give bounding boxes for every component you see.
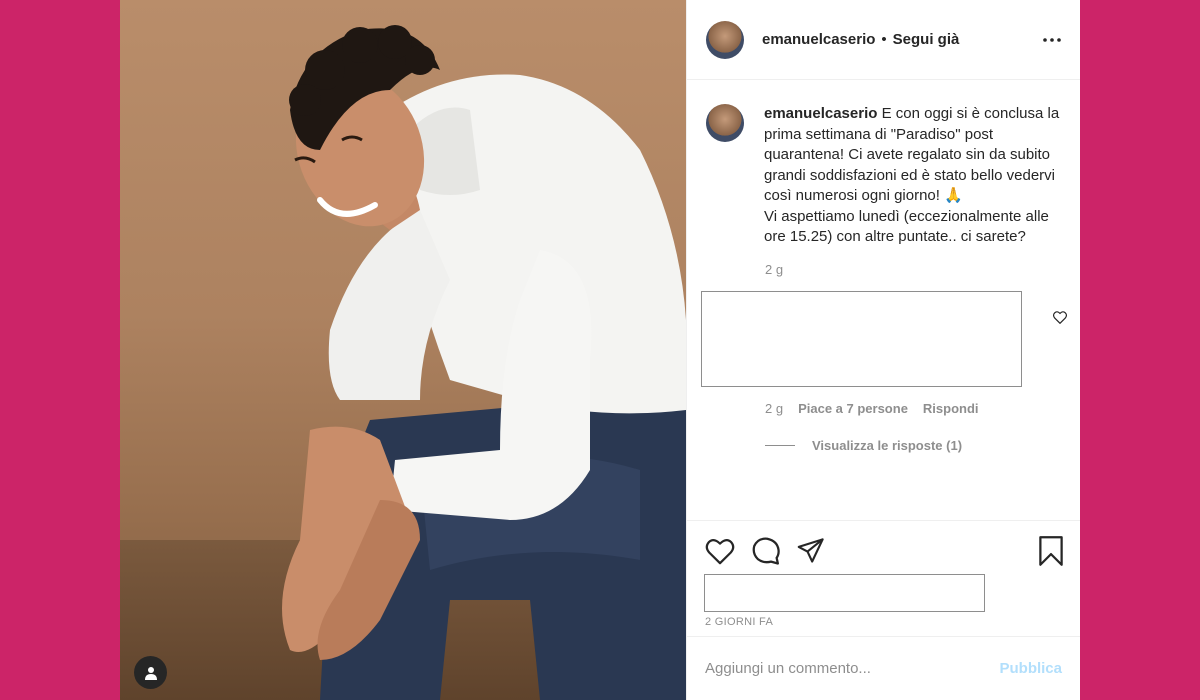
man-figure [282,25,686,700]
comment-like-heart-icon[interactable] [1053,310,1067,329]
actions-section: 2 GIORNI FA [687,520,1080,628]
add-comment-bar: Pubblica [687,636,1080,700]
comments-section: emanuelcaserio E con oggi si è conclusa … [687,80,1080,453]
comment-icon[interactable] [751,535,785,567]
more-dots-icon [1043,37,1061,42]
more-horizontal-icon[interactable] [1040,28,1064,52]
paper-plane-icon [797,538,824,563]
reply-likes[interactable]: Piace a 7 persone [798,401,908,416]
caption-time[interactable]: 2 g [765,262,1064,277]
action-icons [705,535,1064,567]
small-heart-icon [1053,310,1067,324]
header-username[interactable]: emanuelcaserio [762,31,875,48]
likes-summary [704,574,985,612]
reply-time[interactable]: 2 g [765,401,783,416]
post-header: emanuelcaserio • Segui già [687,0,1080,80]
reply-meta: 2 g Piace a 7 persone Rispondi [765,401,1064,416]
caption-avatar[interactable] [706,104,744,142]
header-separator: • [881,31,887,48]
follow-status-button[interactable]: Segui già [893,31,960,48]
bookmark-outline-icon [1039,536,1063,566]
user-tag-icon[interactable] [134,656,167,689]
post-side-panel: emanuelcaserio • Segui già emanuelcaseri… [686,0,1080,700]
reply-comment-content [701,290,1022,387]
comment-bubble-icon [752,537,780,565]
caption: emanuelcaserio E con oggi si è conclusa … [706,104,1064,248]
view-replies-line [765,444,795,446]
view-replies-button[interactable]: Visualizza le risposte (1) [765,438,1064,453]
reply-comment [701,290,1067,387]
caption-text-wrap: emanuelcaserio E con oggi si è conclusa … [764,104,1064,248]
comment-input[interactable] [705,660,1000,677]
view-replies-label: Visualizza le risposte (1) [812,437,963,453]
heart-outline-icon [705,538,735,564]
heart-icon[interactable] [705,535,739,567]
reply-button[interactable]: Rispondi [923,401,979,416]
post-timestamp[interactable]: 2 GIORNI FA [705,616,1064,628]
bookmark-icon[interactable] [1030,535,1064,567]
avatar[interactable] [706,20,744,59]
share-icon[interactable] [797,535,831,567]
caption-username[interactable]: emanuelcaserio [764,105,877,122]
person-icon [144,666,157,680]
post-photo[interactable] [120,0,686,700]
publish-button[interactable]: Pubblica [999,660,1062,677]
caption-text: E con oggi si è conclusa la prima settim… [764,105,1060,245]
instagram-post: emanuelcaserio • Segui già emanuelcaseri… [120,0,1080,700]
